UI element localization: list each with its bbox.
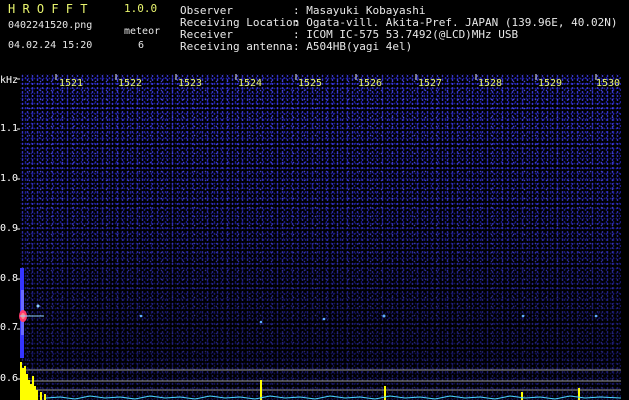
- reference-lines: [20, 369, 621, 391]
- meteor-echo-left: [19, 268, 44, 358]
- x-tick-marks: [55, 74, 597, 80]
- y-tick-marks: [17, 78, 20, 380]
- plot-overlay: [17, 74, 622, 400]
- meteor-pings: [139, 314, 598, 324]
- noise-floor: [45, 395, 622, 400]
